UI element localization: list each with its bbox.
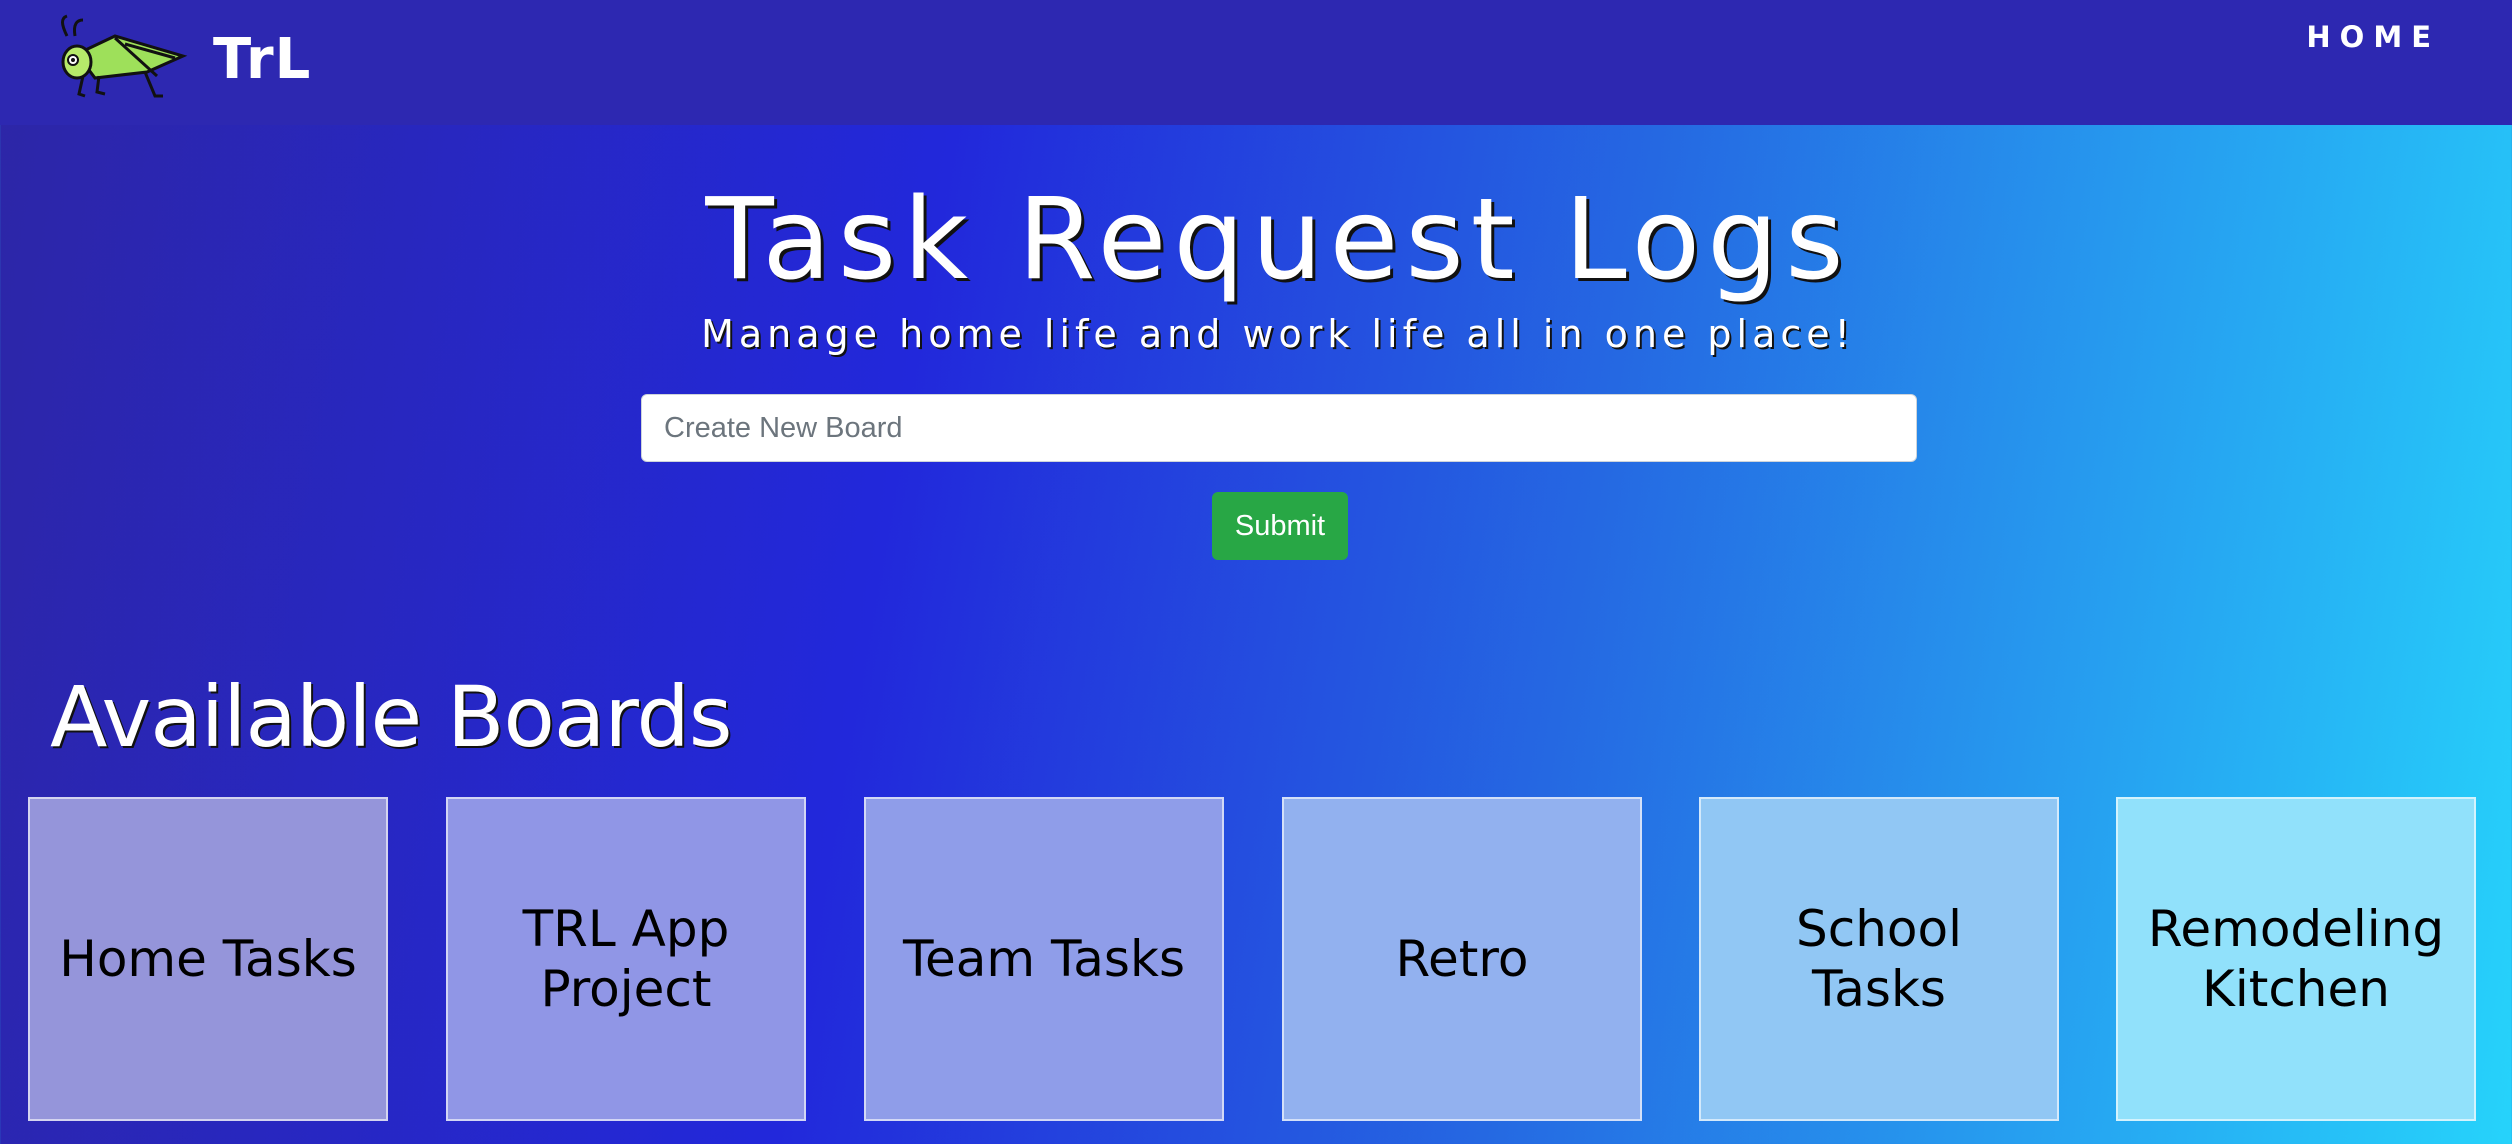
brand-link[interactable]: TrL: [55, 14, 311, 104]
board-card-school-tasks[interactable]: School Tasks: [1699, 797, 2059, 1121]
board-card-retro[interactable]: Retro: [1282, 797, 1642, 1121]
board-card-label: Home Tasks: [59, 930, 357, 988]
brand-name: TrL: [213, 26, 312, 92]
create-board-input[interactable]: [641, 394, 1917, 462]
board-card-trl-app-project[interactable]: TRL App Project: [446, 797, 806, 1121]
page-title: Task Request Logs: [705, 175, 1851, 305]
page-subtitle: Manage home life and work life all in on…: [701, 312, 1855, 356]
board-card-label: Remodeling Kitchen: [2147, 900, 2445, 1018]
nav-home-link[interactable]: HOME: [2306, 20, 2440, 54]
submit-button[interactable]: Submit: [1212, 492, 1348, 560]
board-card-label: Retro: [1395, 930, 1529, 988]
board-card-home-tasks[interactable]: Home Tasks: [28, 797, 388, 1121]
board-card-team-tasks[interactable]: Team Tasks: [864, 797, 1224, 1121]
grasshopper-icon: [61, 14, 188, 98]
board-card-remodeling-kitchen[interactable]: Remodeling Kitchen: [2116, 797, 2476, 1121]
board-card-label: School Tasks: [1796, 900, 1962, 1018]
board-card-label: Team Tasks: [902, 930, 1185, 988]
board-card-label: TRL App Project: [522, 900, 730, 1018]
navbar: TrL HOME: [0, 0, 2512, 125]
available-boards-heading: Available Boards: [50, 668, 733, 766]
